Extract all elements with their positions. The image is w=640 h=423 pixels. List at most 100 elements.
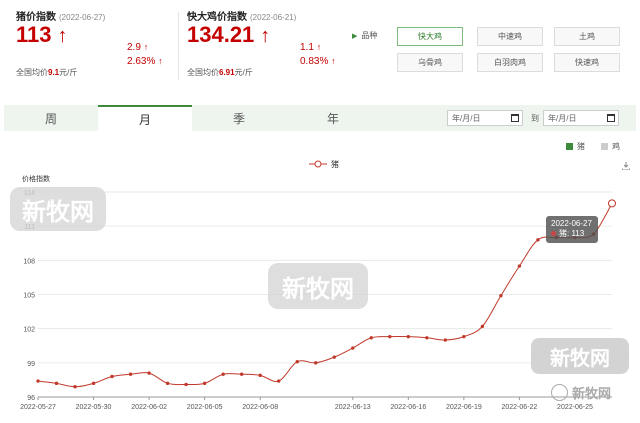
chart-tooltip: 2022-06-27 猪: 113 bbox=[546, 216, 598, 243]
data-point bbox=[462, 334, 466, 339]
data-point bbox=[73, 385, 77, 389]
chicken-change-abs: 1.1 ↑ bbox=[300, 42, 322, 53]
data-point bbox=[91, 381, 96, 386]
divider bbox=[178, 12, 179, 80]
triangle-right-icon: ▶ bbox=[352, 33, 358, 40]
pig-national-avg: 全国均价9.1元/斤 bbox=[16, 68, 78, 77]
data-point bbox=[536, 238, 540, 242]
data-point bbox=[277, 379, 281, 383]
chicken-index-block: 快大鸡价指数 (2022-06-21) bbox=[187, 8, 296, 23]
data-point bbox=[369, 336, 373, 340]
date-range-separator: 到 bbox=[531, 114, 539, 123]
chicken-index-date: (2022-06-21) bbox=[250, 13, 297, 22]
download-icon[interactable] bbox=[622, 162, 630, 170]
date-from-input[interactable]: 年/月/日 bbox=[447, 110, 523, 126]
x-axis-ticks: 2022-05-27 2022-05-30 2022-06-02 2022-06-05… bbox=[20, 397, 593, 411]
data-point bbox=[258, 373, 262, 378]
y-tick-label: 102 bbox=[23, 327, 35, 334]
data-point bbox=[165, 381, 170, 386]
legend-swatch-pig bbox=[566, 143, 573, 150]
period-tabs: 周 月 季 年 bbox=[4, 105, 636, 131]
data-point bbox=[499, 293, 503, 298]
data-point bbox=[351, 346, 355, 350]
x-tick-label: 2022-06-08 bbox=[242, 404, 278, 411]
watermark-logo: 新牧网 bbox=[268, 263, 368, 309]
chicken-index-value: 134.21 ↑ bbox=[187, 22, 271, 47]
chicken-change-pct: 0.83% ↑ bbox=[300, 56, 336, 67]
tooltip-value: 猪: 113 bbox=[551, 228, 593, 239]
y-axis-label: 价格指数 bbox=[22, 174, 50, 183]
data-point bbox=[202, 381, 207, 386]
up-arrow-icon: ↑ bbox=[316, 42, 322, 52]
data-point bbox=[406, 334, 411, 339]
x-tick-label: 2022-06-25 bbox=[557, 404, 593, 411]
breed-button-kuaidaji[interactable]: 快大鸡 bbox=[397, 27, 463, 46]
series-dot-icon bbox=[551, 231, 556, 236]
pig-index-title: 猪价指数 (2022-06-27) bbox=[16, 12, 106, 23]
x-tick-label: 2022-06-16 bbox=[390, 404, 426, 411]
x-tick-label: 2022-06-05 bbox=[187, 404, 223, 411]
data-point bbox=[184, 382, 188, 387]
y-tick-label: 108 bbox=[23, 258, 35, 265]
data-point bbox=[128, 372, 133, 376]
chicken-national-avg: 全国均价6.91元/斤 bbox=[187, 68, 253, 77]
date-to-input[interactable]: 年/月/日 bbox=[543, 110, 619, 126]
up-arrow-icon: ↑ bbox=[57, 25, 68, 47]
data-point bbox=[295, 359, 299, 364]
x-tick-label: 2022-06-13 bbox=[335, 404, 371, 411]
breed-button-baiyu[interactable]: 白羽肉鸡 bbox=[477, 53, 543, 72]
chart-legend: 猪 bbox=[309, 159, 339, 169]
toggle-pig[interactable]: 猪 bbox=[566, 141, 585, 152]
tab-year[interactable]: 年 bbox=[286, 105, 380, 131]
legend-marker bbox=[314, 160, 322, 168]
tab-month[interactable]: 月 bbox=[98, 105, 192, 131]
tooltip-date: 2022-06-27 bbox=[551, 219, 592, 228]
pig-change-pct: 2.63% ↑ bbox=[127, 56, 163, 67]
legend-swatch-chicken bbox=[601, 143, 608, 150]
pig-index-value: 113 ↑ bbox=[16, 22, 68, 47]
data-point bbox=[517, 264, 522, 268]
x-tick-label: 2022-05-30 bbox=[76, 404, 112, 411]
legend-label: 猪 bbox=[331, 159, 339, 169]
watermark-logo-small: 新牧网 bbox=[551, 383, 611, 402]
pig-index-block: 猪价指数 (2022-06-27) bbox=[16, 8, 105, 23]
calendar-icon[interactable] bbox=[607, 114, 615, 122]
data-point bbox=[388, 334, 392, 339]
breed-button-tuji[interactable]: 土鸡 bbox=[554, 27, 620, 46]
y-tick-label: 96 bbox=[27, 395, 35, 402]
index-header: 猪价指数 (2022-06-27) 113 ↑ 2.9 ↑ 2.63% ↑ 全国均价… bbox=[0, 0, 640, 95]
up-arrow-icon: ↑ bbox=[158, 56, 163, 66]
up-arrow-icon: ↑ bbox=[260, 25, 271, 47]
data-point bbox=[425, 336, 429, 340]
up-arrow-icon: ↑ bbox=[331, 56, 336, 66]
data-point bbox=[54, 381, 59, 386]
breed-button-zhongsuji[interactable]: 中速鸡 bbox=[477, 27, 543, 46]
data-point bbox=[443, 338, 448, 342]
x-tick-label: 2022-06-22 bbox=[502, 404, 538, 411]
y-tick-label: 105 bbox=[23, 293, 35, 300]
toggle-chicken[interactable]: 鸡 bbox=[601, 141, 620, 152]
chicken-index-title: 快大鸡价指数 (2022-06-21) bbox=[187, 12, 297, 23]
breed-button-wugu[interactable]: 乌骨鸡 bbox=[397, 53, 463, 72]
data-point bbox=[332, 355, 336, 359]
watermark-logo: 新牧网 bbox=[10, 187, 106, 231]
x-tick-label: 2022-06-19 bbox=[446, 404, 482, 411]
x-tick-label: 2022-05-27 bbox=[20, 404, 56, 411]
data-point bbox=[608, 199, 616, 208]
data-point bbox=[36, 379, 40, 383]
tab-quarter[interactable]: 季 bbox=[192, 105, 286, 131]
data-point bbox=[480, 324, 485, 329]
watermark-logo: 新牧网 bbox=[531, 338, 629, 374]
up-arrow-icon: ↑ bbox=[143, 42, 149, 52]
data-point bbox=[239, 372, 244, 376]
pig-index-date: (2022-06-27) bbox=[59, 13, 106, 22]
breed-label: ▶ 品种 bbox=[352, 31, 378, 40]
calendar-icon[interactable] bbox=[511, 114, 519, 122]
tab-week[interactable]: 周 bbox=[4, 105, 98, 131]
data-point bbox=[147, 371, 151, 375]
logo-circle-icon bbox=[551, 384, 568, 401]
breed-button-kuaisuji[interactable]: 快速鸡 bbox=[554, 53, 620, 72]
x-tick-label: 2022-06-02 bbox=[131, 404, 167, 411]
data-point bbox=[314, 361, 318, 365]
data-point bbox=[221, 372, 225, 376]
